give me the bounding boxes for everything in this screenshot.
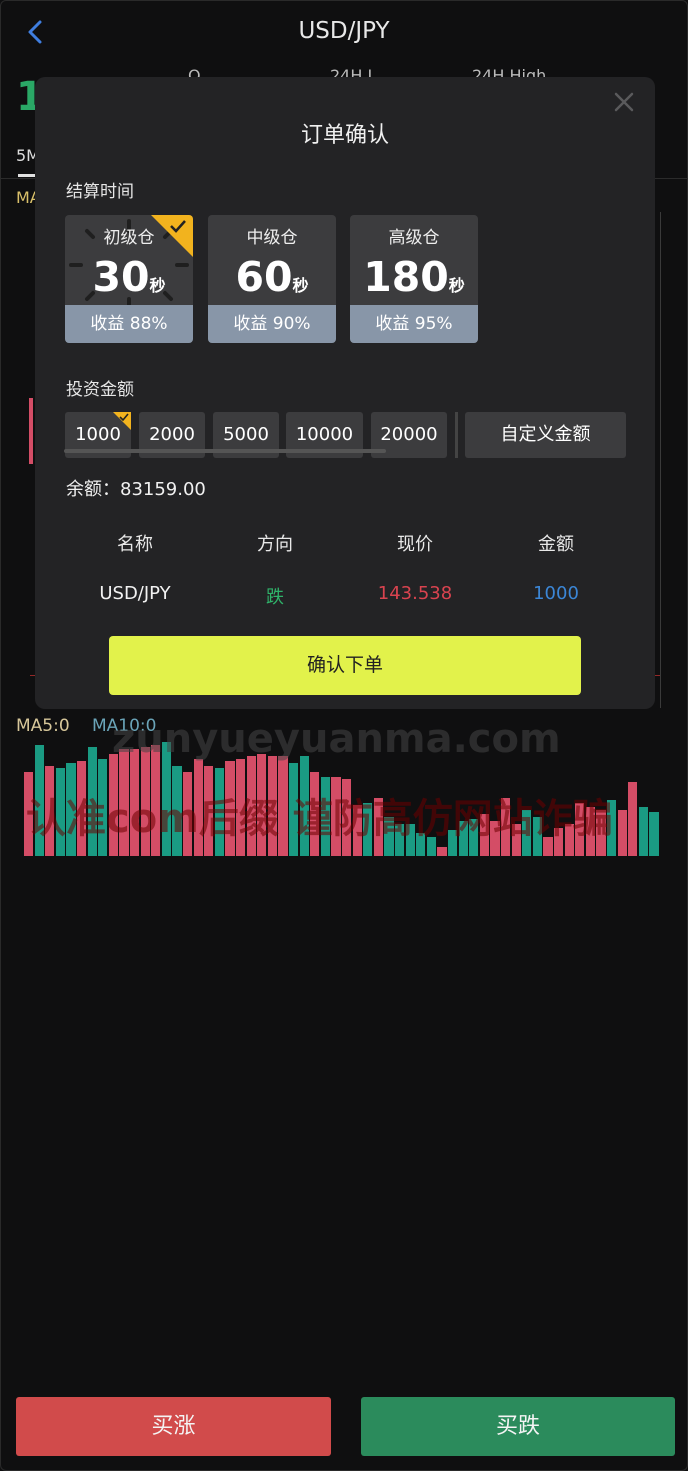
plan-card-30s[interactable]: 初级仓 30秒 收益 88% (65, 215, 193, 343)
custom-amount-button[interactable]: 自定义金额 (465, 412, 626, 458)
volume-bar (246, 756, 256, 856)
volume-bar (320, 777, 330, 856)
volume-bar (289, 763, 299, 856)
volume-bar (395, 824, 405, 856)
volume-bar (363, 803, 373, 856)
volume-bar (426, 837, 436, 856)
volume-bar (257, 754, 267, 856)
volume-bar (310, 772, 320, 856)
volume-bar (649, 812, 659, 856)
volume-bar (172, 766, 182, 856)
plan-name: 高级仓 (388, 228, 440, 248)
invest-amount-label: 投资金额 (66, 380, 134, 400)
volume-bar (193, 759, 203, 856)
checkmark-icon (119, 413, 129, 421)
row-price: 143.538 (377, 583, 453, 604)
volume-bar (352, 805, 362, 856)
row-direction: 跌 (266, 587, 284, 608)
volume-bar (437, 847, 447, 856)
volume-chart (24, 740, 660, 858)
volume-bar (77, 761, 87, 856)
volume-bar (151, 745, 161, 856)
checkmark-icon (170, 220, 186, 233)
volume-bar (342, 779, 352, 856)
dialog-title: 订单确认 (300, 123, 389, 148)
candle (29, 398, 33, 464)
volume-bar (130, 749, 140, 856)
volume-bar (575, 803, 585, 856)
confirm-order-button[interactable]: 确认下单 (109, 636, 581, 695)
volume-bar (628, 782, 638, 856)
volume-bar (490, 821, 500, 856)
ma5-label: MA5:0 (16, 716, 70, 736)
plan-profit: 收益 88% (65, 305, 193, 343)
plan-seconds: 30秒 (92, 253, 166, 301)
volume-bar (405, 824, 415, 856)
volume-bar (638, 807, 648, 856)
top-bar: USD/JPY (0, 0, 688, 64)
plan-name: 中级仓 (246, 228, 298, 248)
volume-bar (140, 747, 150, 856)
col-direction: 方向 (257, 534, 293, 555)
plan-profit: 收益 95% (350, 305, 478, 343)
volume-bar (564, 824, 574, 856)
volume-bar (24, 772, 34, 856)
buy-up-button[interactable]: 买涨 (16, 1397, 331, 1456)
volume-bar (183, 772, 193, 856)
volume-bar (45, 766, 55, 856)
volume-bar (511, 824, 521, 856)
volume-bar (267, 756, 277, 856)
buy-down-button[interactable]: 买跌 (361, 1397, 675, 1456)
volume-bar (108, 754, 118, 856)
amount-divider (455, 412, 458, 458)
volume-bar (299, 756, 309, 856)
plan-card-60s[interactable]: 中级仓 60秒 收益 90% (208, 215, 336, 343)
volume-bar (66, 763, 76, 856)
volume-bar (617, 810, 627, 856)
order-confirm-dialog: 订单确认 结算时间 初级仓 30秒 收益 88% 中级仓 60秒 收益 90% … (35, 77, 655, 709)
volume-bar (596, 810, 606, 856)
volume-bar (607, 800, 617, 856)
volume-bar (522, 810, 532, 856)
volume-bar (543, 837, 553, 856)
volume-bar (585, 807, 595, 856)
volume-bar (98, 759, 108, 856)
volume-bar (458, 821, 468, 856)
volume-bar (479, 814, 489, 856)
volume-bar (236, 759, 246, 856)
volume-bar (373, 798, 383, 856)
volume-bar (55, 768, 65, 856)
volume-bar (34, 745, 44, 856)
row-name: USD/JPY (99, 583, 171, 604)
plan-card-180s[interactable]: 高级仓 180秒 收益 95% (350, 215, 478, 343)
close-icon[interactable] (613, 91, 635, 113)
plan-profit: 收益 90% (208, 305, 336, 343)
col-name: 名称 (117, 534, 153, 555)
settle-time-label: 结算时间 (66, 182, 134, 202)
balance-text: 余额：83159.00 (66, 479, 206, 500)
page-title: USD/JPY (298, 18, 390, 44)
volume-bar (448, 830, 458, 856)
col-price: 现价 (397, 534, 433, 555)
volume-bar (119, 749, 129, 856)
volume-bar (469, 819, 479, 856)
volume-bar (331, 777, 341, 856)
volume-bar (87, 747, 97, 856)
ma10-label: MA10:0 (92, 716, 157, 736)
row-amount: 1000 (533, 583, 579, 604)
volume-bar (554, 828, 564, 856)
volume-bar (384, 817, 394, 856)
volume-bar (204, 766, 214, 856)
volume-bar (501, 798, 511, 856)
volume-bar (225, 761, 235, 856)
volume-bar (161, 742, 171, 856)
volume-bar (416, 833, 426, 856)
plan-seconds: 180秒 (363, 253, 465, 301)
plan-seconds: 60秒 (235, 253, 309, 301)
amount-scrollbar[interactable] (64, 449, 386, 453)
volume-bar (278, 756, 288, 856)
volume-bar (532, 817, 542, 856)
col-amount: 金额 (538, 534, 574, 555)
volume-bar (214, 768, 224, 856)
